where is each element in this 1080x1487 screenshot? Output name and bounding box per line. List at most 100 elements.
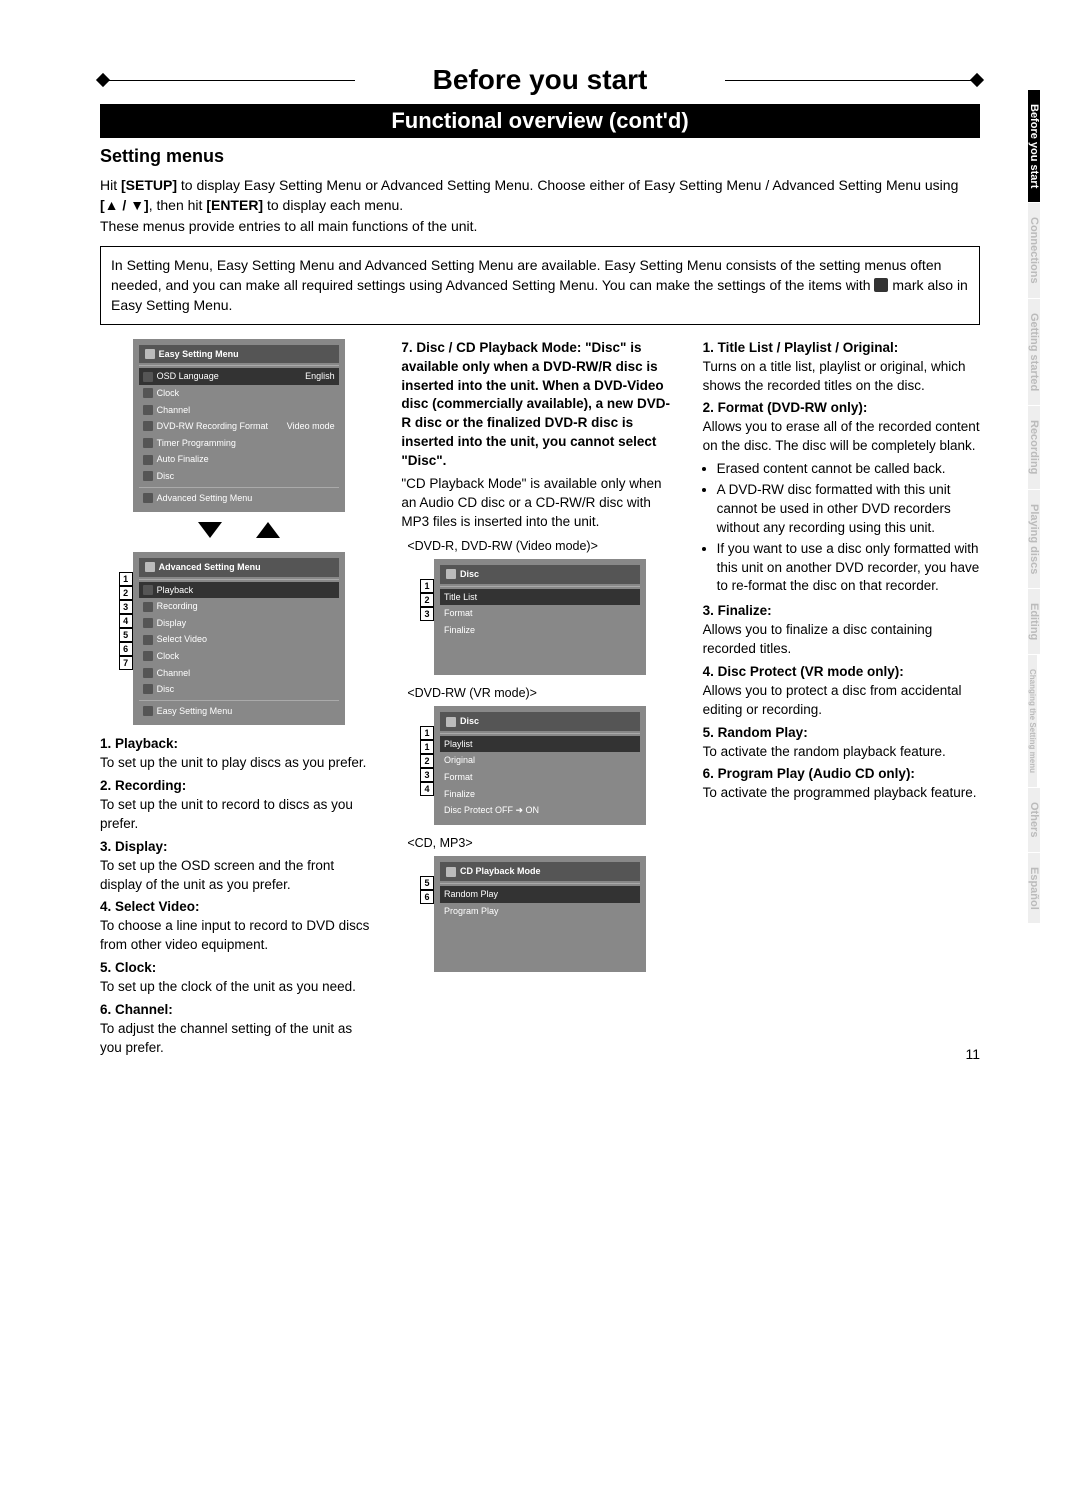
osd-row-label: Original	[444, 754, 636, 767]
disc-icon	[446, 867, 456, 877]
disc-icon	[446, 569, 456, 579]
col2-heading: 7. Disc / CD Playback Mode: "Disc" is av…	[401, 339, 678, 471]
item-text: To choose a line input to record to DVD …	[100, 918, 369, 952]
osd-header-label: Advanced Setting Menu	[159, 561, 261, 574]
item-heading: 1. Playback:	[100, 736, 178, 751]
osd-row-label: Easy Setting Menu	[157, 705, 335, 718]
side-tab-playing-discs[interactable]: Playing discs	[1028, 490, 1040, 589]
row-number: 5	[119, 628, 133, 642]
side-tab-recording[interactable]: Recording	[1028, 406, 1040, 489]
info-box: In Setting Menu, Easy Setting Menu and A…	[100, 246, 980, 325]
row-icon	[143, 471, 153, 481]
side-tab-connections[interactable]: Connections	[1028, 203, 1040, 299]
osd-row-label: Clock	[157, 387, 335, 400]
column-1: Easy Setting Menu OSD LanguageEnglish Cl…	[100, 339, 377, 1062]
osd-row-value: Video mode	[287, 420, 335, 433]
intro-paragraph: Hit [SETUP] to display Easy Setting Menu…	[100, 175, 980, 236]
section-heading: Setting menus	[100, 146, 980, 167]
osd-row-label: Select Video	[157, 633, 335, 646]
mode-label: <CD, MP3>	[407, 835, 678, 853]
side-tab-before-you-start[interactable]: Before you start	[1028, 90, 1040, 203]
setup-button-label: [SETUP]	[121, 177, 177, 193]
bullet-item: If you want to use a disc only formatted…	[717, 540, 980, 597]
cd-playback-mode-menu: CD Playback Mode 5Random Play 6Program P…	[434, 856, 646, 972]
bullet-list: Erased content cannot be called back. A …	[703, 460, 980, 596]
enter-button-label: [ENTER]	[206, 197, 263, 213]
row-number: 1	[119, 572, 133, 586]
item-heading: 6. Channel:	[100, 1002, 173, 1017]
bullet-item: A DVD-RW disc formatted with this unit c…	[717, 481, 980, 538]
advanced-setting-menu-osd: Advanced Setting Menu 1Playback 2Recordi…	[133, 552, 345, 725]
osd-row-label: Disc	[157, 683, 335, 696]
row-icon	[143, 438, 153, 448]
osd-row-label: Channel	[157, 404, 335, 417]
row-number: 4	[119, 614, 133, 628]
side-tab-espanol[interactable]: Español	[1028, 853, 1040, 925]
row-number: 3	[420, 768, 434, 782]
side-tab-editing[interactable]: Editing	[1028, 589, 1040, 655]
row-number: 2	[119, 586, 133, 600]
row-icon	[143, 706, 153, 716]
item-text: To set up the unit to play discs as you …	[100, 755, 366, 770]
title-decoration: Before you start	[100, 60, 980, 100]
osd-row-label: Auto Finalize	[157, 453, 335, 466]
row-number: 4	[420, 782, 434, 796]
row-number: 6	[119, 642, 133, 656]
osd-row-label: Playlist	[444, 738, 636, 751]
row-number: 3	[420, 607, 434, 621]
mark-icon	[874, 278, 888, 292]
osd-header-label: Disc	[460, 568, 479, 581]
row-icon	[143, 684, 153, 694]
disc-menu-vr-mode: Disc 1Playlist 1Original 2Format 3Finali…	[434, 706, 646, 825]
item-text: To set up the clock of the unit as you n…	[100, 979, 356, 994]
item-text: To set up the OSD screen and the front d…	[100, 858, 334, 892]
intro-text: , then hit	[149, 197, 207, 213]
info-text: In Setting Menu, Easy Setting Menu and A…	[111, 257, 941, 293]
item-text: To adjust the channel setting of the uni…	[100, 1021, 352, 1055]
easy-setting-menu-osd: Easy Setting Menu OSD LanguageEnglish Cl…	[133, 339, 345, 512]
row-icon	[143, 372, 153, 382]
osd-row-label: Playback	[157, 584, 335, 597]
row-icon	[143, 455, 153, 465]
osd-row-label: Finalize	[444, 624, 636, 637]
intro-text: to display Easy Setting Menu or Advanced…	[177, 177, 958, 193]
item-text: To set up the unit to record to discs as…	[100, 797, 353, 831]
subtitle-bar: Functional overview (cont'd)	[100, 104, 980, 138]
arrow-up-icon	[256, 522, 280, 538]
osd-row-label: Title List	[444, 591, 636, 604]
side-tabs: Before you start Connections Getting sta…	[1028, 90, 1058, 924]
item-text: Allows you to erase all of the recorded …	[703, 419, 980, 453]
item-heading: 5. Random Play:	[703, 725, 808, 740]
osd-row-label: OSD Language	[157, 370, 305, 383]
row-icon	[143, 405, 153, 415]
intro-text: Hit	[100, 177, 121, 193]
osd-row-label: Random Play	[444, 888, 636, 901]
row-number: 1	[420, 740, 434, 754]
side-tab-getting-started[interactable]: Getting started	[1028, 299, 1040, 406]
osd-row-label: Disc Protect OFF ➜ ON	[444, 804, 636, 817]
menu-icon	[145, 562, 155, 572]
side-tab-others[interactable]: Others	[1028, 788, 1040, 852]
osd-row-label: Channel	[157, 667, 335, 680]
row-icon	[143, 618, 153, 628]
side-tab-changing-setting-menu[interactable]: Changing the Setting menu	[1028, 655, 1037, 788]
item-heading: 3. Display:	[100, 839, 168, 854]
disc-icon	[446, 717, 456, 727]
item-text: Turns on a title list, playlist or origi…	[703, 359, 966, 393]
page-title: Before you start	[355, 60, 725, 100]
osd-row-label: Recording	[157, 600, 335, 613]
osd-header-label: Disc	[460, 715, 479, 728]
column-3: 1. Title List / Playlist / Original:Turn…	[703, 339, 980, 1062]
row-icon	[143, 421, 153, 431]
osd-row-label: Timer Programming	[157, 437, 335, 450]
item-heading: 3. Finalize:	[703, 603, 772, 618]
page-number: 11	[965, 1046, 980, 1062]
osd-row-label: Program Play	[444, 905, 636, 918]
row-icon	[143, 668, 153, 678]
menu-icon	[145, 349, 155, 359]
arrow-keys-label: [▲ / ▼]	[100, 197, 149, 213]
item-heading: 4. Select Video:	[100, 899, 200, 914]
item-text: Allows you to finalize a disc containing…	[703, 622, 933, 656]
row-icon	[143, 635, 153, 645]
row-number: 1	[420, 579, 434, 593]
